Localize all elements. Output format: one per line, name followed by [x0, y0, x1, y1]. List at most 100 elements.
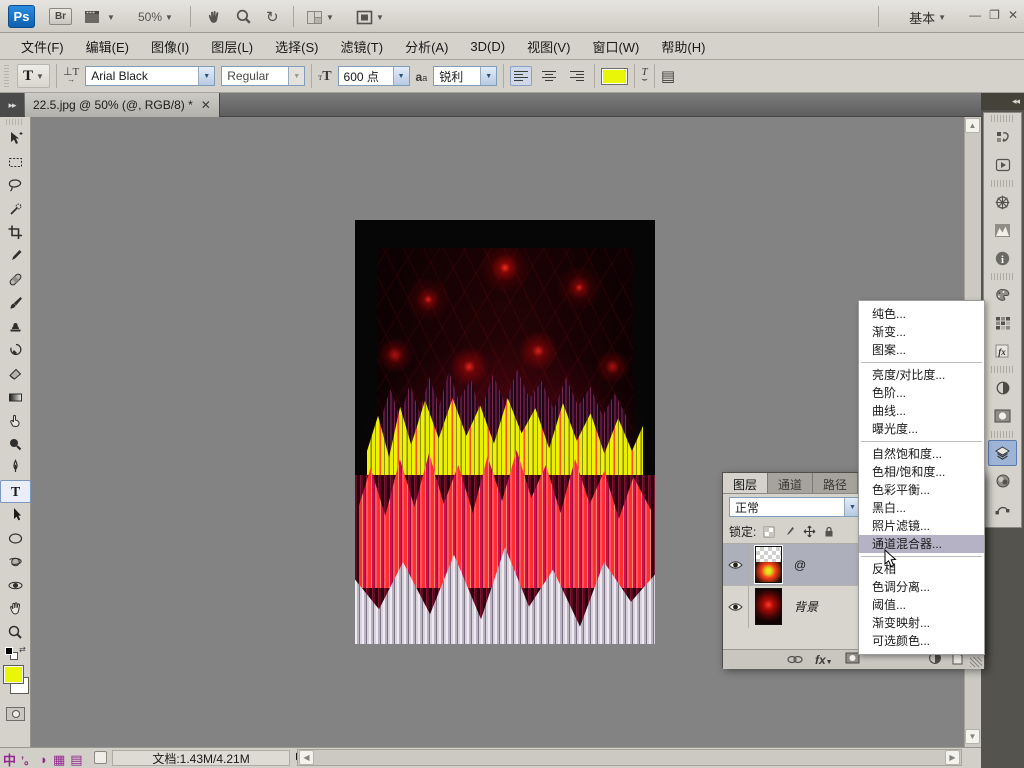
- chevron-down-icon[interactable]: ▼: [392, 67, 409, 85]
- arrange-documents-icon[interactable]: ▼: [306, 7, 334, 27]
- menu-3d[interactable]: 3D(D): [459, 35, 516, 58]
- history-panel-icon[interactable]: [988, 124, 1017, 150]
- restore-button[interactable]: ❐: [989, 8, 1000, 22]
- zoom-tool-icon[interactable]: [235, 7, 253, 27]
- anti-alias-select[interactable]: 锐利 ▼: [433, 66, 498, 86]
- lock-all-icon[interactable]: [822, 525, 836, 539]
- font-style-select[interactable]: Regular ▼: [221, 66, 306, 86]
- expand-dock-icon[interactable]: ◂◂: [981, 93, 1024, 110]
- menu-item-curves[interactable]: 曲线...: [859, 402, 984, 420]
- menu-help[interactable]: 帮助(H): [650, 33, 716, 60]
- ime-punctuation-icon[interactable]: ’。: [21, 752, 35, 768]
- lasso-tool[interactable]: [0, 174, 31, 198]
- dock-grip[interactable]: [991, 180, 1014, 187]
- navigator-panel-icon[interactable]: [988, 189, 1017, 215]
- dock-grip[interactable]: [991, 273, 1014, 280]
- visibility-toggle[interactable]: [723, 585, 749, 628]
- menu-image[interactable]: 图像(I): [140, 33, 200, 60]
- scroll-right-icon[interactable]: ▶: [945, 750, 960, 765]
- layers-panel-icon[interactable]: [988, 440, 1017, 466]
- adjustments-panel-icon[interactable]: [988, 375, 1017, 401]
- shape-tool[interactable]: [0, 527, 31, 551]
- ime-mode-icon[interactable]: 中: [3, 750, 16, 768]
- info-panel-icon[interactable]: i: [988, 245, 1017, 271]
- type-tool-preset[interactable]: T ▼: [17, 64, 50, 88]
- masks-panel-icon[interactable]: [988, 403, 1017, 429]
- zoom-level-control[interactable]: 50% ▼: [138, 7, 173, 27]
- document-tab[interactable]: 22.5.jpg @ 50% (@, RGB/8) * ✕: [25, 93, 220, 117]
- dodge-tool[interactable]: [0, 433, 31, 457]
- smudge-tool[interactable]: [0, 409, 31, 433]
- screen-mode-icon[interactable]: ▼: [356, 7, 384, 27]
- hand-tool[interactable]: [0, 597, 31, 621]
- menu-item-solid-color[interactable]: 纯色...: [859, 305, 984, 323]
- tab-paths[interactable]: 路径: [813, 473, 859, 493]
- align-right-button[interactable]: [566, 66, 588, 86]
- lock-paint-icon[interactable]: [782, 525, 796, 539]
- color-panel-icon[interactable]: [988, 282, 1017, 308]
- tab-layers[interactable]: 图层: [723, 473, 769, 493]
- menu-item-gradient[interactable]: 渐变...: [859, 323, 984, 341]
- crop-tool[interactable]: [0, 221, 31, 245]
- menu-layer[interactable]: 图层(L): [200, 33, 264, 60]
- menu-item-exposure[interactable]: 曝光度...: [859, 420, 984, 438]
- eraser-tool[interactable]: [0, 362, 31, 386]
- font-family-select[interactable]: Arial Black ▼: [85, 66, 216, 86]
- layer-name[interactable]: @: [794, 558, 806, 572]
- menu-item-invert[interactable]: 反相: [859, 560, 984, 578]
- tools-grip[interactable]: [6, 119, 24, 125]
- chevron-down-icon[interactable]: ▼: [198, 67, 215, 85]
- bridge-button[interactable]: Br: [49, 8, 72, 25]
- menu-item-vibrance[interactable]: 自然饱和度...: [859, 445, 984, 463]
- menu-file[interactable]: 文件(F): [10, 33, 75, 60]
- align-center-button[interactable]: [538, 66, 560, 86]
- 3d-rotate-tool[interactable]: [0, 550, 31, 574]
- dock-grip[interactable]: [991, 431, 1014, 438]
- menu-view[interactable]: 视图(V): [516, 33, 581, 60]
- warp-text-icon[interactable]: T ⌣: [641, 67, 648, 85]
- text-color-swatch[interactable]: [601, 67, 629, 85]
- menu-window[interactable]: 窗口(W): [581, 33, 650, 60]
- dock-grip[interactable]: [991, 366, 1014, 373]
- scroll-up-icon[interactable]: ▲: [965, 118, 980, 133]
- paths-panel-icon[interactable]: [988, 496, 1017, 522]
- chevron-down-icon[interactable]: ▼: [480, 67, 497, 85]
- menu-item-posterize[interactable]: 色调分离...: [859, 578, 984, 596]
- horizontal-scrollbar[interactable]: ◀ ▶: [297, 749, 962, 766]
- channels-panel-icon[interactable]: [988, 468, 1017, 494]
- quick-selection-tool[interactable]: [0, 198, 31, 222]
- collapse-tools-icon[interactable]: ▸▸: [0, 93, 24, 117]
- menu-item-threshold[interactable]: 阈值...: [859, 596, 984, 614]
- spot-healing-brush-tool[interactable]: [0, 268, 31, 292]
- workspace-switcher[interactable]: 基本 ▼: [909, 8, 946, 27]
- brush-tool[interactable]: [0, 292, 31, 316]
- blend-mode-select[interactable]: 正常 ▼: [729, 497, 861, 517]
- text-orientation-icon[interactable]: ⊥T →: [63, 67, 79, 84]
- menu-edit[interactable]: 编辑(E): [75, 33, 140, 60]
- link-layers-icon[interactable]: [787, 653, 803, 667]
- swap-colors-icon[interactable]: ⇄: [19, 645, 26, 654]
- close-tab-icon[interactable]: ✕: [201, 99, 211, 111]
- menu-item-black-white[interactable]: 黑白...: [859, 499, 984, 517]
- eyedropper-tool[interactable]: [0, 245, 31, 269]
- font-size-select[interactable]: 600 点 ▼: [337, 66, 410, 86]
- menu-item-color-balance[interactable]: 色彩平衡...: [859, 481, 984, 499]
- toggle-panels-icon[interactable]: ▤: [661, 67, 675, 85]
- swatches-panel-icon[interactable]: [988, 310, 1017, 336]
- menu-filter[interactable]: 滤镜(T): [329, 33, 394, 60]
- default-colors-icon[interactable]: [5, 647, 13, 655]
- scroll-left-icon[interactable]: ◀: [299, 750, 314, 765]
- type-tool[interactable]: T: [0, 479, 31, 503]
- history-brush-tool[interactable]: [0, 339, 31, 363]
- menu-item-levels[interactable]: 色阶...: [859, 384, 984, 402]
- menu-select[interactable]: 选择(S): [264, 33, 329, 60]
- menu-item-photo-filter[interactable]: 照片滤镜...: [859, 517, 984, 535]
- lock-position-icon[interactable]: [802, 525, 816, 539]
- layer-name[interactable]: 背景: [794, 598, 818, 615]
- clone-stamp-tool[interactable]: [0, 315, 31, 339]
- gradient-tool[interactable]: [0, 386, 31, 410]
- menu-item-hue-saturation[interactable]: 色相/饱和度...: [859, 463, 984, 481]
- close-button[interactable]: ✕: [1008, 8, 1018, 22]
- menu-item-channel-mixer[interactable]: 通道混合器...: [859, 535, 984, 553]
- menu-item-selective-color[interactable]: 可选颜色...: [859, 632, 984, 650]
